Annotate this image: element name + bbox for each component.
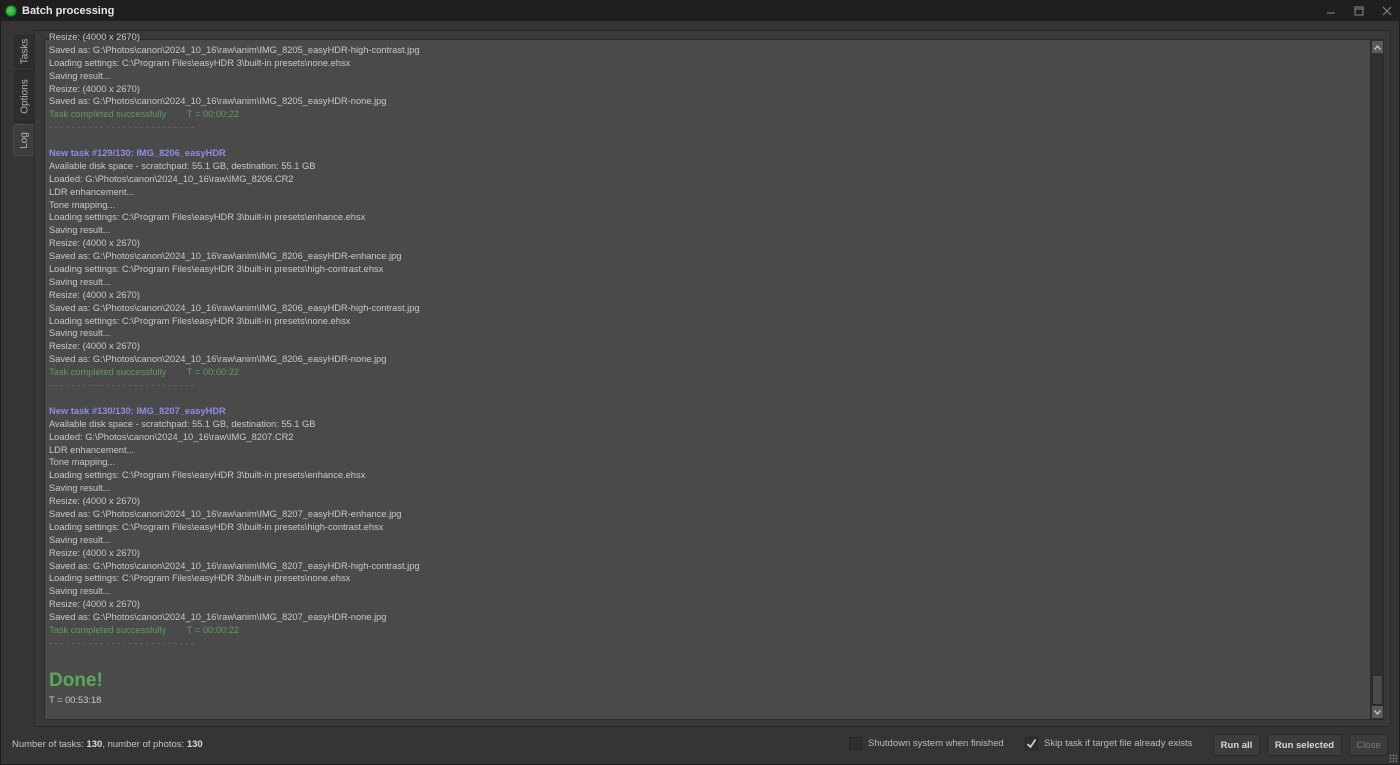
tab-label: Tasks (19, 38, 31, 65)
log-line: Saved as: G:\Photos\canon\2024_10_16\raw… (49, 612, 387, 623)
tab-tasks[interactable]: Tasks (14, 35, 35, 68)
photos-label: , number of photos: (102, 739, 187, 750)
chevron-down-icon (1374, 709, 1381, 715)
log-line: Resize: (4000 x 2670) (49, 289, 140, 300)
log-line: Resize: (4000 x 2670) (49, 32, 140, 42)
resize-grip-icon[interactable] (1389, 754, 1397, 762)
window-controls (1317, 1, 1400, 21)
skip-existing-checkbox[interactable]: Skip task if target file already exists (1025, 737, 1192, 750)
log-line: Resize: (4000 x 2670) (49, 496, 140, 507)
log-line: Resize: (4000 x 2670) (49, 547, 140, 558)
log-line: Saved as: G:\Photos\canon\2024_10_16\raw… (49, 354, 387, 365)
tasks-label: Number of tasks: (12, 739, 87, 750)
log-line: Saving result... (49, 483, 111, 494)
tab-options[interactable]: Options (14, 70, 35, 123)
log-line: Saved as: G:\Photos\canon\2024_10_16\raw… (49, 96, 387, 107)
run-selected-button[interactable]: Run selected (1267, 734, 1342, 756)
log-line: Saved as: G:\Photos\canon\2024_10_16\raw… (49, 251, 402, 262)
checkbox-box[interactable] (849, 737, 862, 750)
log-line: Loading settings: C:\Program Files\easyH… (49, 521, 384, 532)
checkmark-icon (1026, 739, 1037, 749)
log-success-line: Task completed successfully T = 00:00:22 (49, 109, 240, 120)
window-title: Batch processing (22, 5, 115, 17)
close-button[interactable]: Close (1349, 734, 1388, 756)
log-line: Loading settings: C:\Program Files\easyH… (49, 315, 351, 326)
maximize-icon (1354, 6, 1364, 16)
log-line: T = 00:53:18 (49, 694, 102, 705)
log-line: Resize: (4000 x 2670) (49, 238, 140, 249)
log-line: LDR enhancement... (49, 444, 135, 455)
log-line: Saved as: G:\Photos\canon\2024_10_16\raw… (49, 560, 420, 571)
log-line: Saving result... (49, 534, 111, 545)
log-line: Resize: (4000 x 2670) (49, 83, 140, 94)
shutdown-label: Shutdown system when finished (868, 738, 1004, 749)
footer-bar: Number of tasks: 130, number of photos: … (1, 731, 1400, 759)
log-line: Saving result... (49, 276, 111, 287)
run-all-button[interactable]: Run all (1213, 734, 1260, 756)
log-line: Saved as: G:\Photos\canon\2024_10_16\raw… (49, 302, 420, 313)
tasks-count: 130 (86, 739, 103, 750)
log-line: Loading settings: C:\Program Files\easyH… (49, 470, 366, 481)
log-done-heading: Done! (49, 669, 103, 691)
log-line: Resize: (4000 x 2670) (49, 341, 140, 352)
photos-count: 130 (186, 739, 203, 750)
chevron-up-icon (1374, 44, 1381, 50)
minimize-icon (1327, 12, 1335, 14)
shutdown-checkbox[interactable]: Shutdown system when finished (849, 737, 1004, 750)
log-view[interactable]: Resize: (4000 x 2670) Saved as: G:\Photos… (44, 32, 1384, 720)
log-line: Loading settings: C:\Program Files\easyH… (49, 57, 351, 68)
app-logo-icon (5, 5, 17, 17)
log-line: Saved as: G:\Photos\canon\2024_10_16\raw… (49, 508, 402, 519)
scroll-down-button[interactable] (1372, 706, 1383, 718)
log-line: Saving result... (49, 70, 111, 81)
log-panel: Resize: (4000 x 2670) Saved as: G:\Photos… (34, 30, 1391, 727)
log-line: LDR enhancement... (49, 186, 135, 197)
log-task-header: New task #129/130: IMG_8206_easyHDR (49, 148, 226, 159)
log-text: Resize: (4000 x 2670) Saved as: G:\Photos… (49, 31, 1359, 707)
log-line: Tone mapping... (49, 457, 116, 468)
log-line: Available disk space - scratchpad: 55.1 … (49, 160, 316, 171)
log-line: Saving result... (49, 225, 111, 236)
title-bar: Batch processing (1, 1, 1400, 21)
vertical-scrollbar[interactable] (1370, 40, 1383, 719)
log-line: Loading settings: C:\Program Files\easyH… (49, 212, 366, 223)
maximize-button[interactable] (1345, 1, 1373, 21)
task-stats: Number of tasks: 130, number of photos: … (12, 739, 203, 750)
log-success-line: Task completed successfully T = 00:00:22 (49, 367, 240, 378)
log-separator: - - - - - - - - - - - - - - - - - - - - … (49, 637, 195, 648)
log-line: Saving result... (49, 328, 111, 339)
log-separator: - - - - - - - - - - - - - - - - - - - - … (49, 122, 195, 133)
tab-label: Options (19, 79, 31, 114)
log-line: Resize: (4000 x 2670) (49, 599, 140, 610)
scrollbar-thumb[interactable] (1372, 675, 1383, 705)
tab-log[interactable]: Log (13, 124, 35, 156)
minimize-button[interactable] (1317, 1, 1345, 21)
close-icon (1382, 6, 1392, 16)
log-line: Available disk space - scratchpad: 55.1 … (49, 418, 316, 429)
scroll-up-button[interactable] (1372, 41, 1383, 53)
log-line: Saving result... (49, 586, 111, 597)
log-line: Loaded: G:\Photos\canon\2024_10_16\raw\I… (49, 431, 294, 442)
log-line: Tone mapping... (49, 199, 116, 210)
checkbox-box[interactable] (1025, 737, 1038, 750)
close-window-button[interactable] (1373, 1, 1400, 21)
log-line: Saved as: G:\Photos\canon\2024_10_16\raw… (49, 44, 420, 55)
batch-processing-window: Batch processing Tasks Options Log Resiz… (0, 0, 1400, 765)
log-separator: - - - - - - - - - - - - - - - - - - - - … (49, 380, 195, 391)
log-line: Loading settings: C:\Program Files\easyH… (49, 264, 384, 275)
tab-label: Log (19, 131, 30, 149)
log-success-line: Task completed successfully T = 00:00:22 (49, 624, 240, 635)
skip-label: Skip task if target file already exists (1044, 738, 1193, 749)
log-line: Loading settings: C:\Program Files\easyH… (49, 573, 351, 584)
log-line: Loaded: G:\Photos\canon\2024_10_16\raw\I… (49, 173, 294, 184)
log-task-header: New task #130/130: IMG_8207_easyHDR (49, 405, 226, 416)
